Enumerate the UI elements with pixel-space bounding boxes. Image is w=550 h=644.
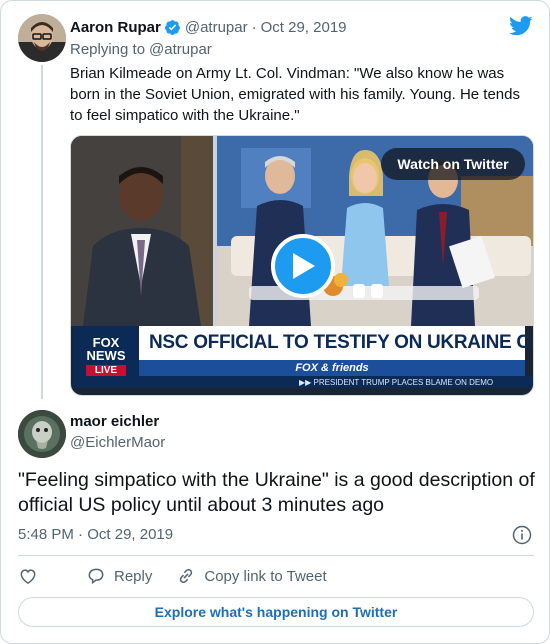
verified-badge-icon — [164, 19, 181, 36]
explore-twitter-button[interactable]: Explore what's happening on Twitter — [18, 597, 534, 627]
author-handle[interactable]: @atrupar — [185, 19, 248, 36]
dot-separator: · — [251, 18, 257, 36]
reply-tweet-text: "Feeling simpatico with the Ukraine" is … — [18, 469, 535, 516]
author-avatar[interactable] — [18, 14, 66, 62]
embedded-tweet-card: Aaron Rupar @atrupar · Oct 29, 2019 Repl… — [0, 0, 550, 644]
reply-label: Reply — [114, 567, 153, 585]
tweet-date: Oct 29, 2019 — [87, 526, 174, 543]
chyron-headline: NSC OFFICIAL TO TESTIFY ON UKRAINE CALL — [139, 326, 533, 360]
tweet-date[interactable]: Oct 29, 2019 — [261, 19, 347, 36]
info-icon[interactable] — [512, 525, 532, 545]
reply-author-avatar[interactable] — [18, 410, 66, 458]
live-badge: LIVE — [86, 365, 126, 376]
parent-tweet-header: Aaron Rupar @atrupar · Oct 29, 2019 — [70, 17, 347, 37]
video-thumbnail[interactable]: Watch on Twitter FOX NEWS LIVE NSC OFFIC… — [70, 135, 534, 396]
copy-link-button[interactable]: Copy link to Tweet — [176, 566, 327, 586]
news-chyron: FOX NEWS LIVE NSC OFFICIAL TO TESTIFY ON… — [71, 326, 533, 395]
tweet-timestamp[interactable]: 5:48 PM · Oct 29, 2019 — [18, 526, 173, 543]
replying-to-label: Replying to — [70, 41, 146, 58]
watch-on-twitter-button[interactable]: Watch on Twitter — [381, 148, 525, 180]
reply-author-name[interactable]: maor eichler — [70, 413, 159, 430]
tweet-actions: Reply Copy link to Tweet — [18, 564, 351, 588]
fox-logo-line2: NEWS — [86, 348, 126, 363]
replying-to-handle[interactable]: @atrupar — [149, 41, 212, 58]
chyron-show-name: FOX & friends — [139, 360, 525, 376]
thread-connector-line — [41, 65, 43, 399]
chyron-ticker: ▶▶ PRESIDENT TRUMP PLACES BLAME ON DEMO — [139, 376, 533, 388]
reply-button[interactable]: Reply — [86, 566, 152, 586]
heart-icon — [20, 569, 36, 584]
parent-tweet-text: Brian Kilmeade on Army Lt. Col. Vindman:… — [70, 65, 520, 124]
twitter-bird-icon[interactable] — [509, 15, 533, 37]
fox-news-logo: FOX NEWS LIVE — [73, 326, 139, 388]
reply-author-handle[interactable]: @EichlerMaor — [70, 434, 165, 451]
copy-link-label: Copy link to Tweet — [204, 567, 327, 585]
link-icon — [180, 568, 193, 584]
play-icon — [293, 253, 315, 279]
like-button[interactable] — [18, 566, 38, 586]
author-name[interactable]: Aaron Rupar — [70, 19, 161, 36]
divider — [18, 555, 534, 556]
replying-to-line: Replying to @atrupar — [70, 41, 212, 58]
tweet-time: 5:48 PM — [18, 526, 74, 543]
reply-icon — [88, 568, 104, 585]
dot-separator: · — [78, 526, 84, 543]
play-button[interactable] — [271, 234, 335, 298]
